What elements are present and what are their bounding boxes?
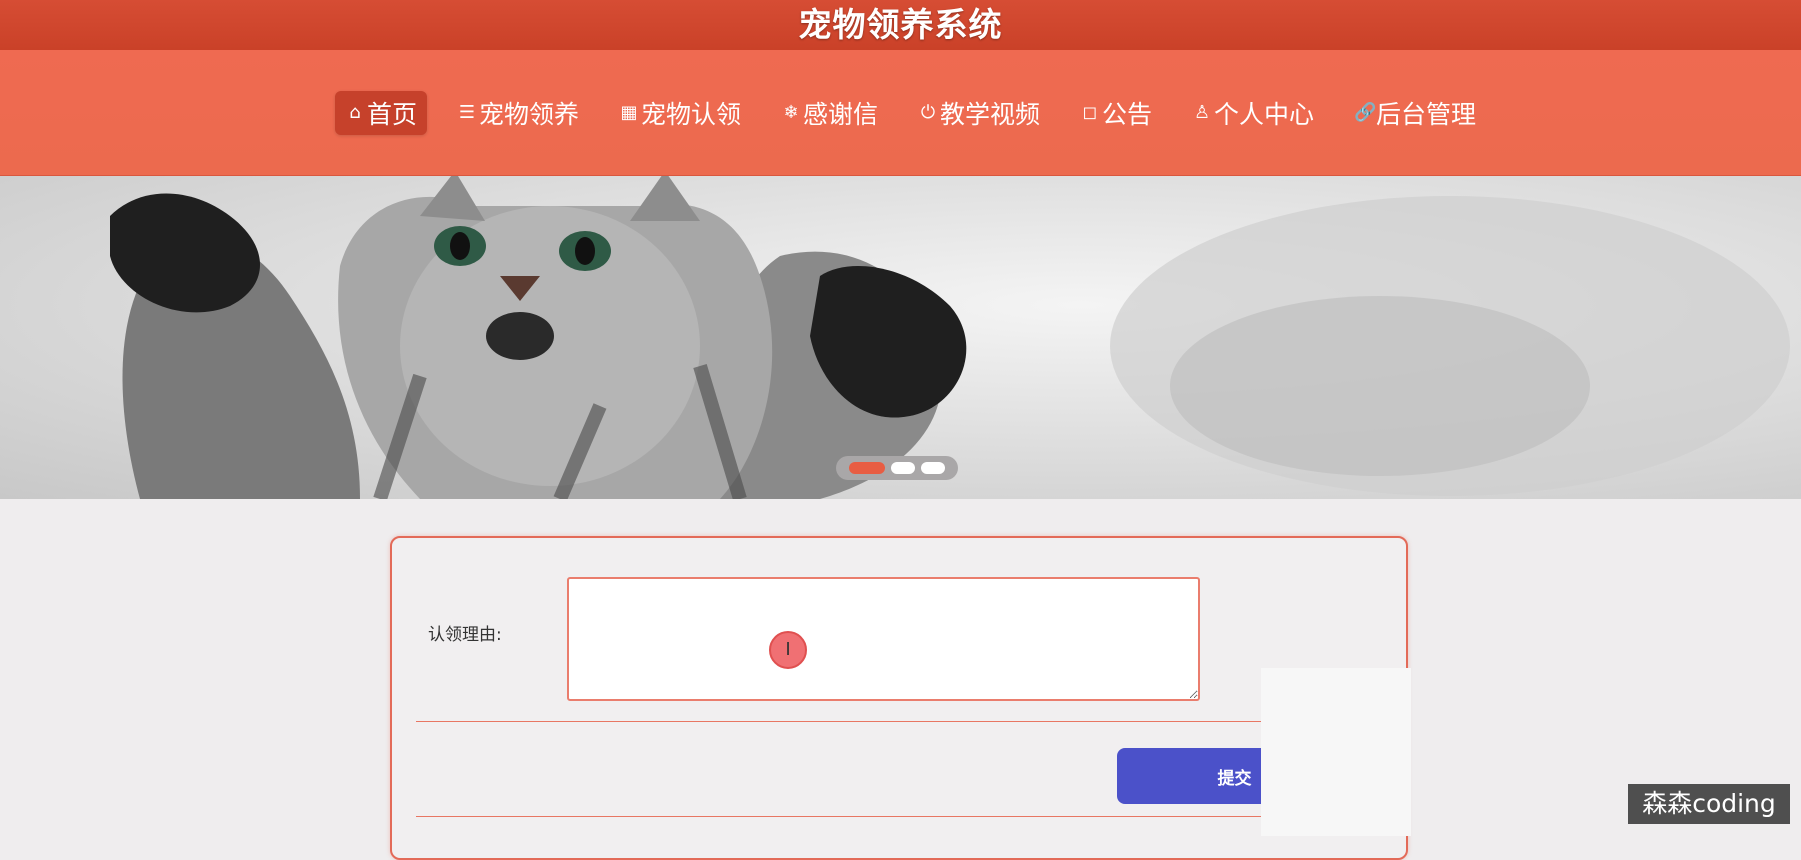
snowflake-icon: ❄ bbox=[783, 102, 799, 123]
user-icon: ♙ bbox=[1193, 102, 1211, 123]
kitten-image bbox=[110, 176, 1790, 499]
carousel-dot-1[interactable] bbox=[849, 462, 885, 474]
form-divider bbox=[416, 816, 1261, 817]
home-icon: ⌂ bbox=[349, 102, 361, 123]
reason-label: 认领理由: bbox=[428, 625, 502, 645]
nav-item-label: 宠物认领 bbox=[640, 99, 741, 129]
overlay-panel bbox=[1261, 668, 1411, 836]
nav-item-home[interactable]: ⌂ 首页 bbox=[334, 90, 427, 135]
text-cursor-icon: I bbox=[769, 631, 807, 669]
nav-item-label: 感谢信 bbox=[802, 99, 878, 129]
nav-item-label: 公告 bbox=[1102, 99, 1153, 129]
carousel-indicators bbox=[836, 456, 958, 480]
nav-item-thank-you-letter[interactable]: ❄ 感谢信 bbox=[771, 91, 888, 135]
nav-item-label: 宠物领养 bbox=[478, 99, 579, 129]
watermark: 森森coding bbox=[1628, 784, 1790, 824]
power-icon: ⏻ bbox=[920, 102, 936, 123]
carousel-dot-3[interactable] bbox=[921, 462, 945, 474]
nav-item-pet-claim[interactable]: ▦ 宠物认领 bbox=[609, 91, 751, 135]
stack-icon: ☰ bbox=[458, 102, 476, 123]
nav-item-label: 首页 bbox=[366, 99, 417, 129]
nav-item-pet-adoption[interactable]: ☰ 宠物领养 bbox=[447, 91, 589, 135]
app-title: 宠物领养系统 bbox=[0, 0, 1801, 50]
nav-item-label: 后台管理 bbox=[1376, 99, 1477, 129]
document-icon: ◻ bbox=[1082, 102, 1098, 123]
hero-carousel bbox=[0, 176, 1801, 499]
reason-textarea[interactable] bbox=[567, 577, 1200, 701]
grid-icon: ▦ bbox=[620, 102, 638, 123]
carousel-dot-2[interactable] bbox=[891, 462, 915, 474]
main-nav: ⌂ 首页 ☰ 宠物领养 ▦ 宠物认领 ❄ 感谢信 ⏻ 教学视频 ◻ 公告 ♙ 个… bbox=[0, 50, 1801, 176]
nav-item-label: 个人中心 bbox=[1214, 99, 1315, 129]
nav-item-announcements[interactable]: ◻ 公告 bbox=[1070, 91, 1162, 135]
nav-item-personal-center[interactable]: ♙ 个人中心 bbox=[1182, 91, 1324, 135]
nav-item-label: 教学视频 bbox=[940, 99, 1041, 129]
nav-list: ⌂ 首页 ☰ 宠物领养 ▦ 宠物认领 ❄ 感谢信 ⏻ 教学视频 ◻ 公告 ♙ 个… bbox=[0, 50, 1801, 175]
nav-item-tutorial-videos[interactable]: ⏻ 教学视频 bbox=[908, 91, 1050, 135]
form-divider bbox=[416, 721, 1261, 722]
link-icon: 🔗 bbox=[1354, 102, 1377, 123]
nav-item-admin[interactable]: 🔗 后台管理 bbox=[1344, 91, 1486, 135]
